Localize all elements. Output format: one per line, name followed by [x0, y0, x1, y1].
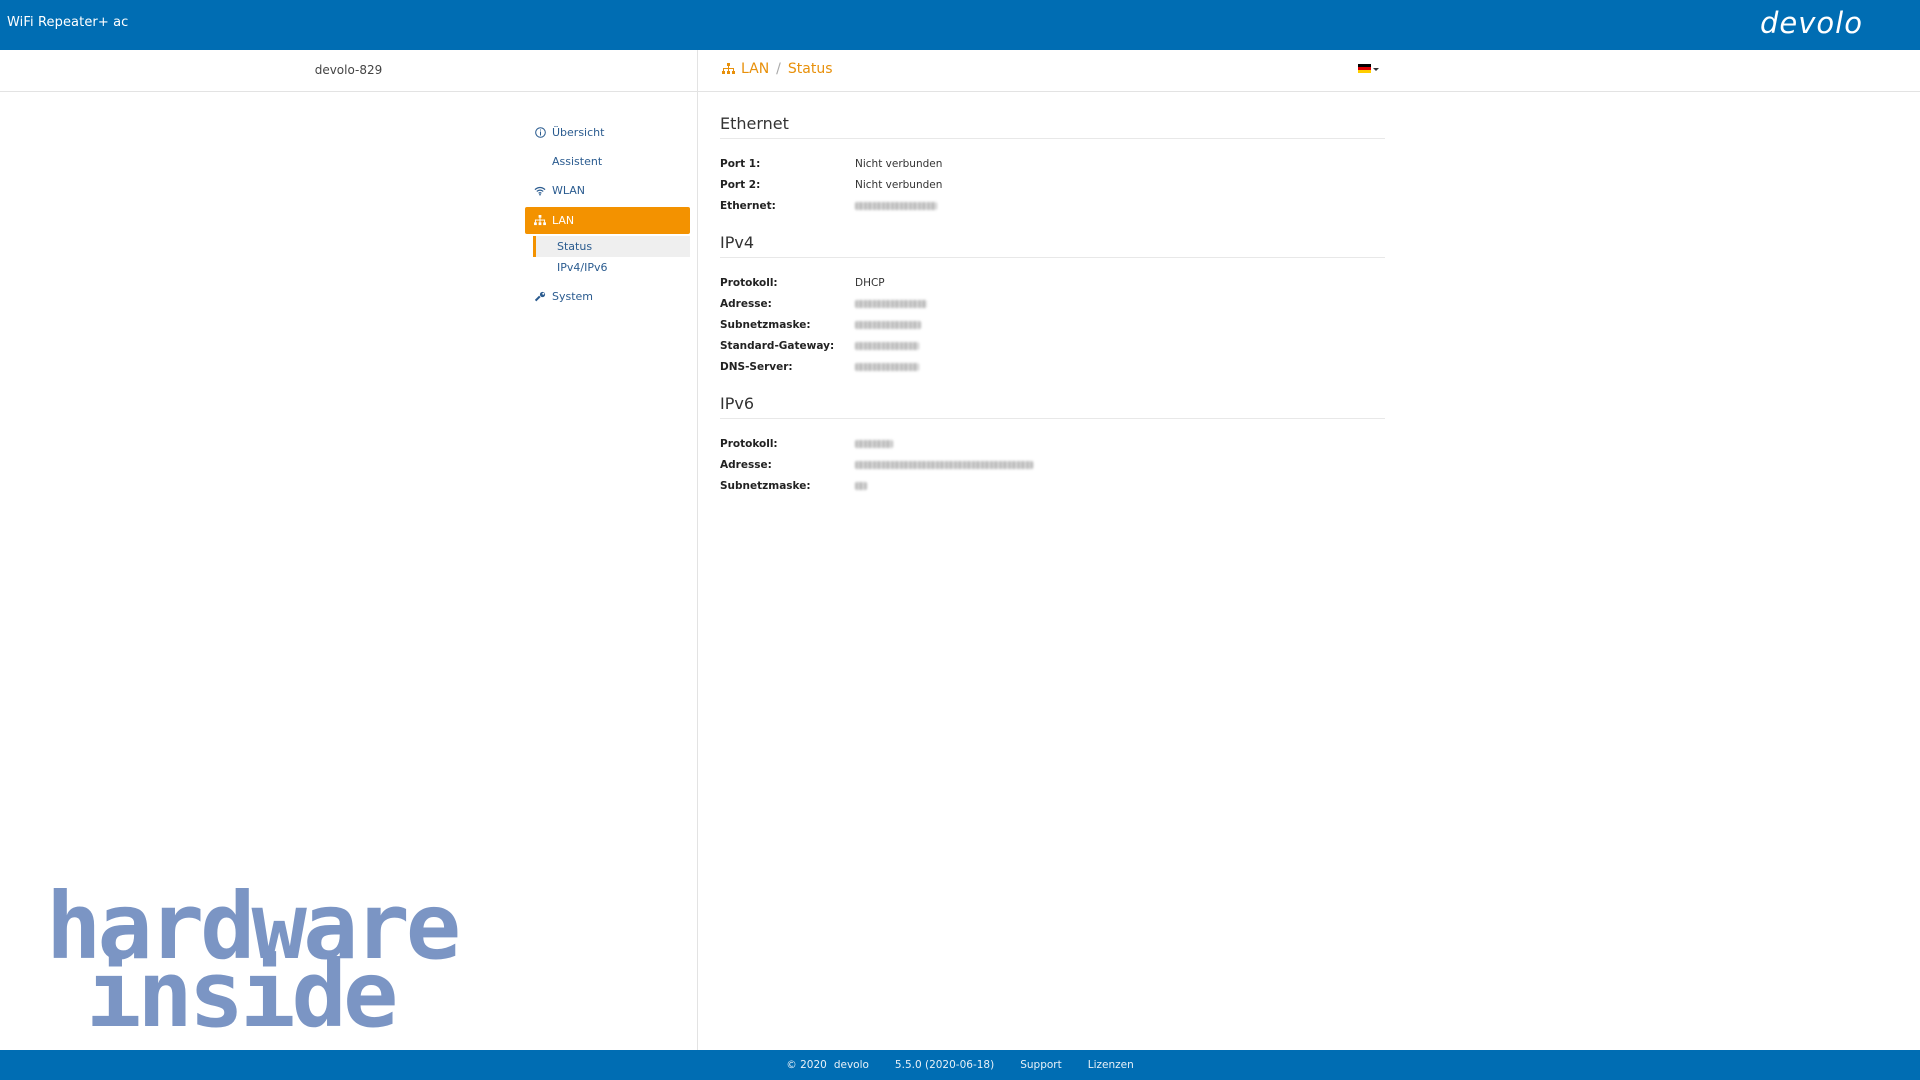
redacted-value: [855, 439, 893, 448]
sub-header: devolo-829 LAN / Status: [0, 50, 1920, 92]
device-name: devolo-829: [314, 63, 383, 77]
footer-brand: devolo: [833, 1059, 869, 1071]
info-row: DNS-Server:: [720, 356, 1385, 377]
row-label: Adresse:: [720, 297, 772, 310]
sidebar-item-label: Assistent: [552, 155, 603, 168]
sidebar-divider: [697, 50, 698, 1050]
info-row: Adresse:: [720, 293, 1385, 314]
sidebar-item-lan[interactable]: LAN: [525, 207, 690, 234]
row-label: Port 2:: [720, 178, 761, 191]
sidebar-item-label: WLAN: [552, 184, 586, 197]
info-row: Subnetzmaske:: [720, 314, 1385, 335]
row-label: Protokoll:: [720, 276, 778, 289]
sidebar-item-assistent[interactable]: Assistent: [525, 147, 690, 176]
row-label: DNS-Server:: [720, 360, 793, 373]
row-value: Nicht verbunden: [855, 178, 943, 191]
wifi-icon: [534, 185, 546, 197]
main-content: Ethernet Port 1: Nicht verbunden Port 2:…: [720, 114, 1385, 513]
row-label: Subnetzmaske:: [720, 318, 811, 331]
sidebar-subitem-status[interactable]: Status: [533, 236, 690, 257]
sidebar-item-wlan[interactable]: WLAN: [525, 176, 690, 205]
footer: © 2020 devolo 5.5.0 (2020-06-18) Support…: [0, 1050, 1920, 1080]
info-row: Protokoll:: [720, 433, 1385, 454]
sidebar-subitem-ipv4-ipv6[interactable]: IPv4/IPv6: [525, 257, 690, 278]
info-row: Standard-Gateway:: [720, 335, 1385, 356]
info-row: Port 2: Nicht verbunden: [720, 174, 1385, 195]
network-icon: [534, 215, 546, 227]
ipv4-section: IPv4 Protokoll: DHCP Adresse: Subnetzmas…: [720, 233, 1385, 377]
sidebar-subitem-label: Status: [557, 240, 593, 253]
section-title: Ethernet: [720, 114, 1385, 139]
breadcrumb-status: Status: [787, 61, 833, 77]
row-value: Nicht verbunden: [855, 157, 943, 170]
footer-version: 5.5.0 (2020-06-18): [894, 1059, 995, 1071]
sidebar-subitem-label: IPv4/IPv6: [557, 261, 608, 274]
redacted-value: [855, 460, 1033, 469]
row-label: Standard-Gateway:: [720, 339, 835, 352]
info-row: Protokoll: DHCP: [720, 272, 1385, 293]
de-flag-icon: [1358, 64, 1371, 73]
ethernet-section: Ethernet Port 1: Nicht verbunden Port 2:…: [720, 114, 1385, 216]
footer-licenses-link[interactable]: Lizenzen: [1088, 1059, 1134, 1071]
svg-text:inside: inside: [86, 941, 395, 1030]
row-label: Protokoll:: [720, 437, 778, 450]
row-label: Subnetzmaske:: [720, 479, 811, 492]
footer-copyright: © 2020: [786, 1059, 827, 1071]
wrench-icon: [534, 291, 546, 303]
section-title: IPv4: [720, 233, 1385, 258]
row-label: Port 1:: [720, 157, 761, 170]
info-icon: [534, 127, 546, 139]
svg-text:devolo: devolo: [1760, 6, 1863, 40]
info-row: Port 1: Nicht verbunden: [720, 153, 1385, 174]
info-row: Subnetzmaske:: [720, 475, 1385, 496]
footer-support-link[interactable]: Support: [1020, 1059, 1062, 1071]
breadcrumb: LAN / Status: [722, 61, 833, 77]
redacted-value: [855, 299, 927, 308]
info-row: Adresse:: [720, 454, 1385, 475]
ipv6-section: IPv6 Protokoll: Adresse: Subnetzmaske:: [720, 394, 1385, 496]
redacted-value: [855, 481, 867, 490]
top-bar: WiFi Repeater+ ac devolo: [0, 0, 1920, 50]
sidebar-item-label: Übersicht: [552, 126, 605, 139]
sidebar-nav: Übersicht Assistent WLAN LAN Status IPv4…: [525, 118, 690, 311]
language-selector[interactable]: [1358, 64, 1379, 73]
info-row: Ethernet:: [720, 195, 1385, 216]
network-icon: [722, 63, 735, 75]
redacted-value: [855, 341, 919, 350]
redacted-value: [855, 201, 937, 210]
sidebar-item-uebersicht[interactable]: Übersicht: [525, 118, 690, 147]
sidebar-item-system[interactable]: System: [525, 282, 690, 311]
row-label: Ethernet:: [720, 199, 776, 212]
redacted-value: [855, 362, 919, 371]
section-title: IPv6: [720, 394, 1385, 419]
row-label: Adresse:: [720, 458, 772, 471]
chevron-down-icon: [1373, 68, 1379, 71]
redacted-value: [855, 320, 921, 329]
hardware-inside-watermark: hardware inside: [46, 873, 566, 1048]
app-title: WiFi Repeater+ ac: [7, 15, 129, 30]
devolo-logo[interactable]: devolo: [1760, 6, 1900, 44]
row-value: DHCP: [855, 276, 885, 289]
breadcrumb-lan[interactable]: LAN: [741, 61, 769, 77]
breadcrumb-separator: /: [776, 61, 781, 77]
sidebar-item-label: System: [552, 290, 594, 303]
sidebar-item-label: LAN: [552, 214, 575, 227]
